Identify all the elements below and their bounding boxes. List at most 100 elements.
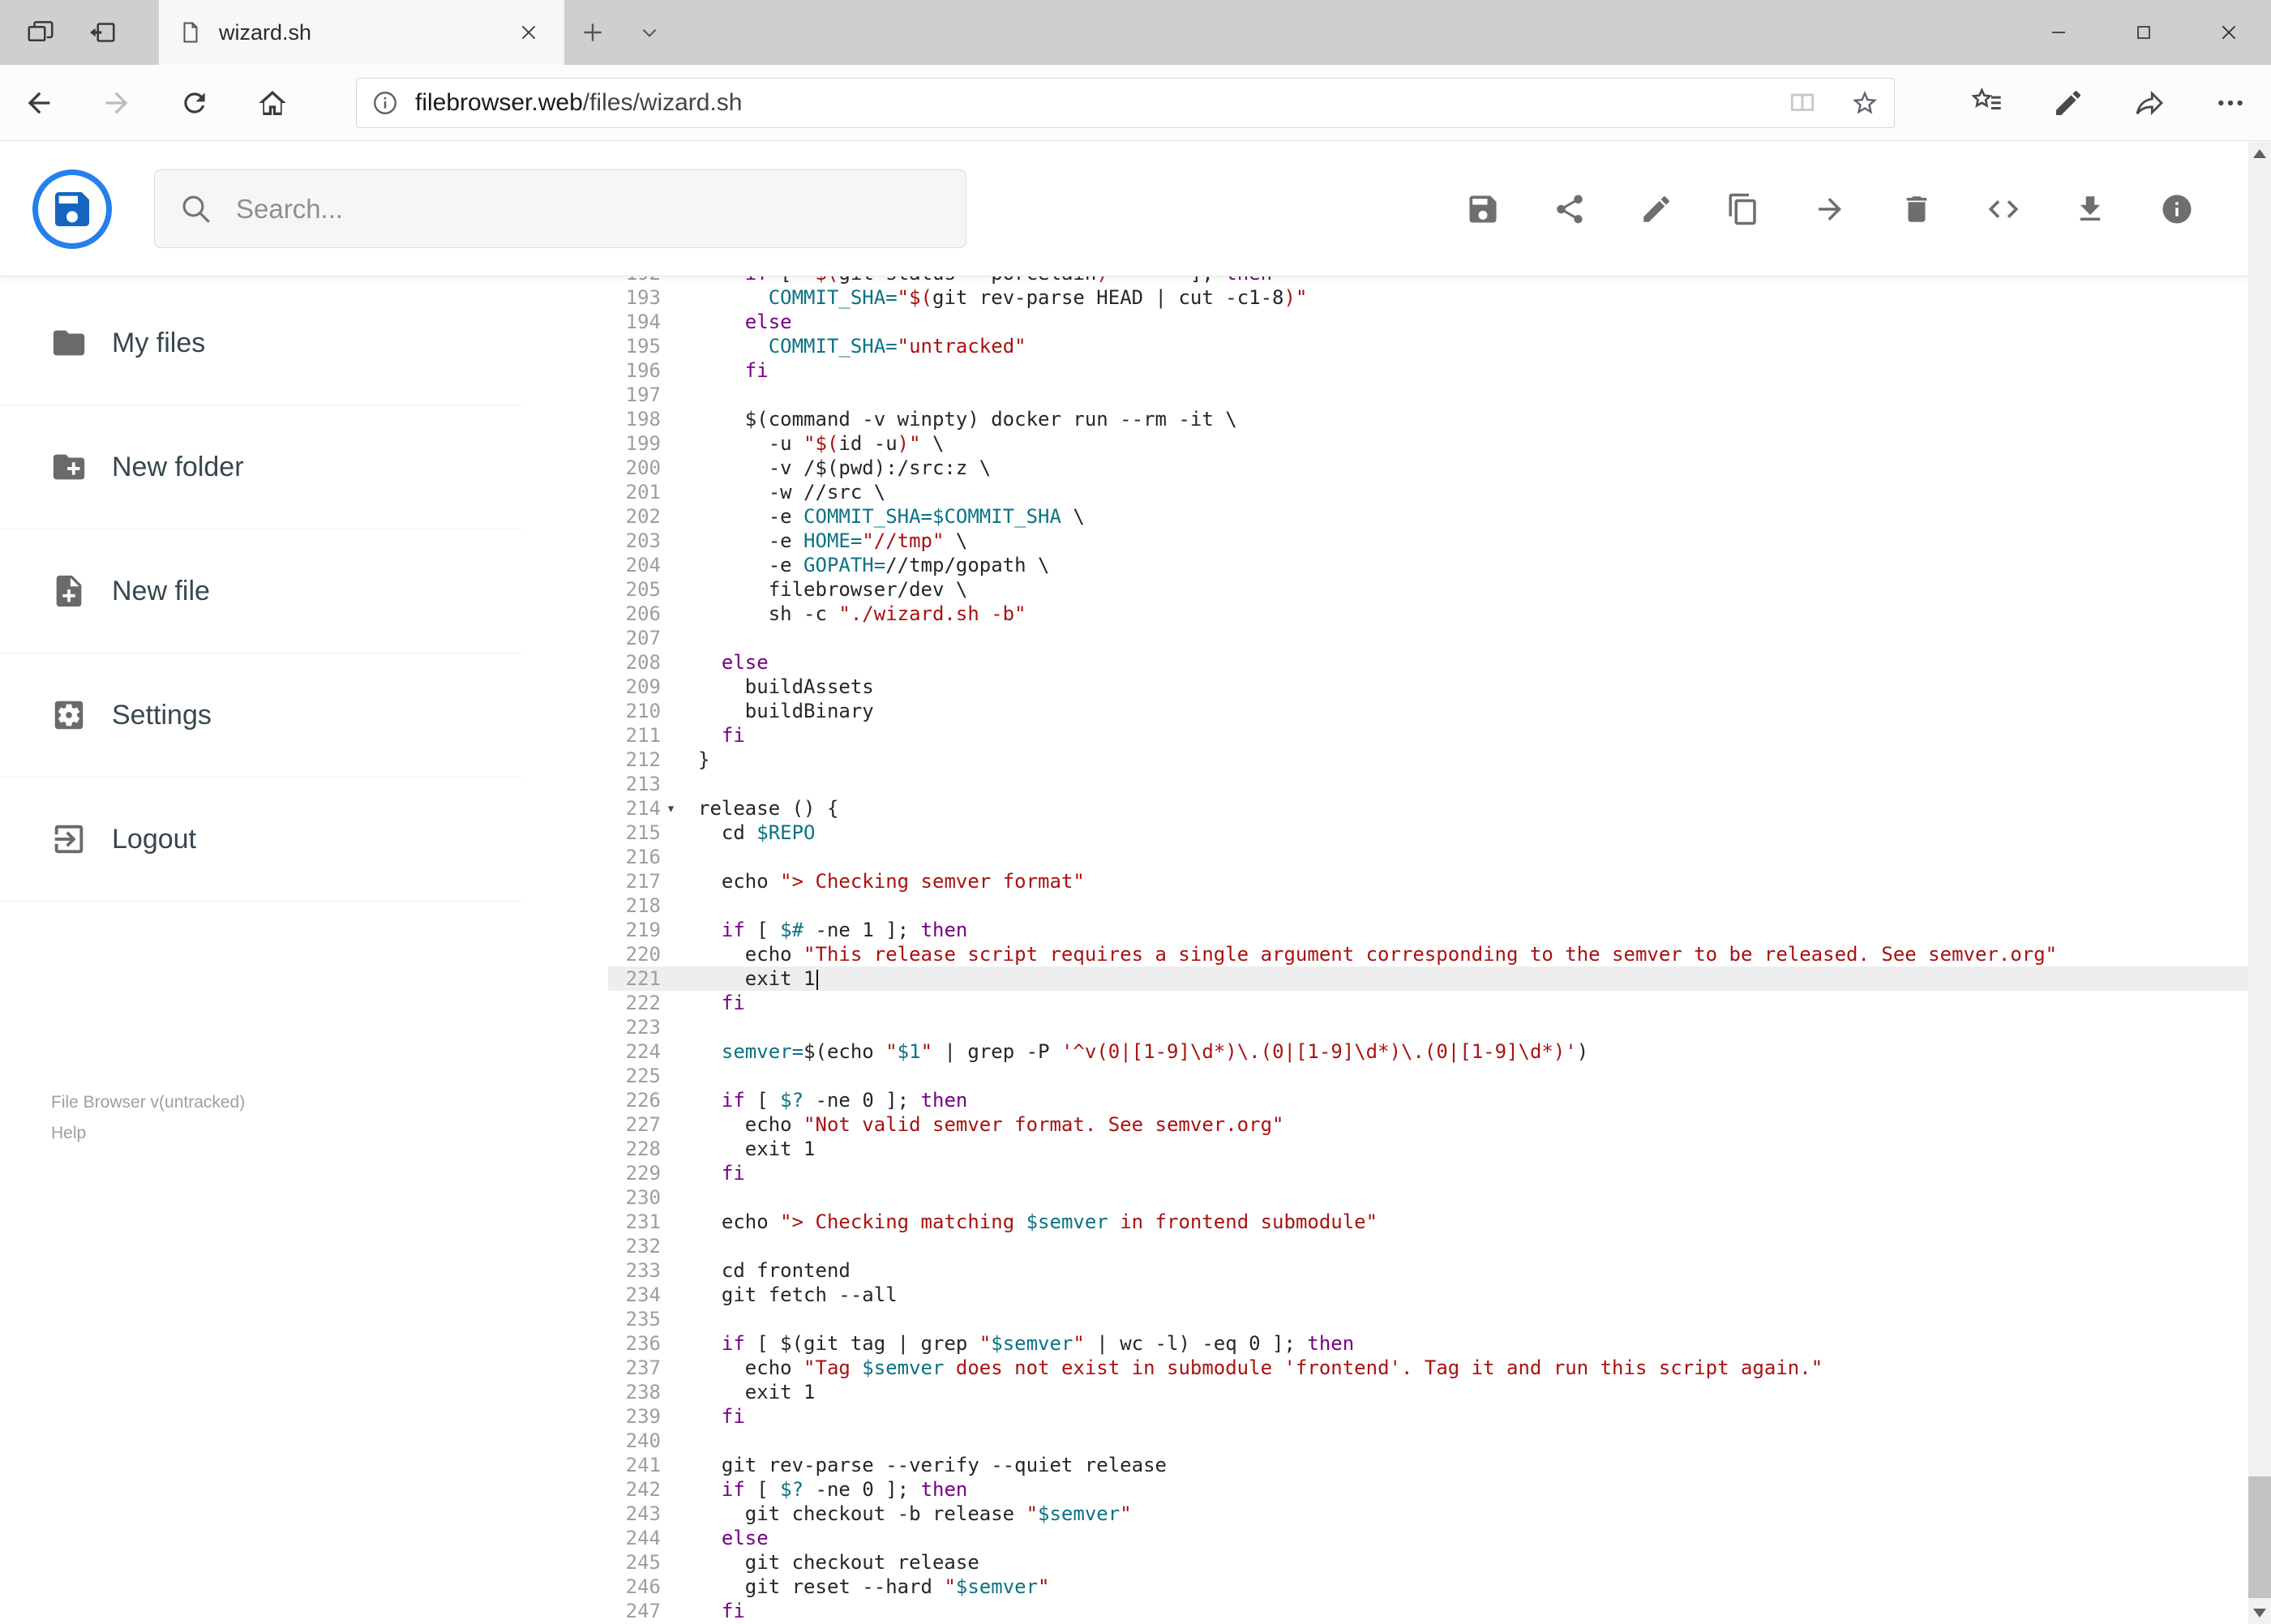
tab-close-button[interactable] [512,16,545,49]
code-line[interactable]: 197 [608,383,2248,407]
code-line[interactable]: 194 else [608,310,2248,334]
add-favorite-star-icon[interactable] [1850,88,1879,118]
code-line[interactable]: 215 cd $REPO [608,821,2248,845]
raw-code-button[interactable] [1986,191,2021,227]
code-line[interactable]: 221 exit 1 [608,966,2248,991]
code-line[interactable]: 241 git rev-parse --verify --quiet relea… [608,1453,2248,1477]
code-line[interactable]: 220 echo "This release script requires a… [608,942,2248,966]
filebrowser-logo[interactable] [32,169,112,249]
code-line[interactable]: 214 ▾ release () { [608,796,2248,821]
code-line[interactable]: 228 exit 1 [608,1137,2248,1161]
code-line[interactable]: 230 [608,1185,2248,1210]
code-line[interactable]: 217 echo "> Checking semver format" [608,869,2248,893]
scrollbar-thumb[interactable] [2248,1476,2271,1598]
search-box[interactable] [154,169,966,248]
code-line[interactable]: 216 [608,845,2248,869]
code-line[interactable]: 246 git reset --hard "$semver" [608,1575,2248,1599]
code-editor[interactable]: 192 if [ "$(git status --porcelain)" = "… [608,276,2248,1624]
tab-list-dropdown-button[interactable] [621,0,678,65]
share-file-button[interactable] [1552,191,1588,227]
sidebar-item-settings[interactable]: Settings [0,653,521,778]
code-line[interactable]: 242 if [ $? -ne 0 ]; then [608,1477,2248,1502]
code-line[interactable]: 200 -v /$(pwd):/src:z \ [608,456,2248,480]
code-line[interactable]: 237 echo "Tag $semver does not exist in … [608,1356,2248,1380]
code-line[interactable]: 244 else [608,1526,2248,1550]
download-button[interactable] [2072,191,2108,227]
code-line[interactable]: 195 COMMIT_SHA="untracked" [608,334,2248,358]
code-line[interactable]: 210 buildBinary [608,699,2248,723]
code-line[interactable]: 203 -e HOME="//tmp" \ [608,529,2248,553]
code-line[interactable]: 198 $(command -v winpty) docker run --rm… [608,407,2248,431]
sidebar-item-new-folder[interactable]: New folder [0,405,521,529]
code-line[interactable]: 211 fi [608,723,2248,748]
refresh-button[interactable] [156,65,234,141]
close-window-button[interactable] [2186,0,2271,65]
scrollbar[interactable] [2248,142,2271,1624]
code-line[interactable]: 227 echo "Not valid semver format. See s… [608,1112,2248,1137]
code-line[interactable]: 238 exit 1 [608,1380,2248,1404]
code-line[interactable]: 206 sh -c "./wizard.sh -b" [608,602,2248,626]
fold-arrow-icon[interactable]: ▾ [661,796,681,821]
browser-tab[interactable]: wizard.sh [159,0,564,65]
back-button[interactable] [0,65,78,141]
code-line[interactable]: 243 git checkout -b release "$semver" [608,1502,2248,1526]
code-line[interactable]: 201 -w //src \ [608,480,2248,504]
code-line[interactable]: 207 [608,626,2248,650]
code-line[interactable]: 209 buildAssets [608,675,2248,699]
code-line[interactable]: 208 else [608,650,2248,675]
code-line[interactable]: 231 echo "> Checking matching $semver in… [608,1210,2248,1234]
copy-button[interactable] [1725,191,1761,227]
code-line[interactable]: 224 semver=$(echo "$1" | grep -P '^v(0|[… [608,1039,2248,1064]
scroll-down-arrow[interactable] [2248,1601,2271,1624]
set-tabs-aside-button[interactable] [86,16,118,49]
code-line[interactable]: 223 [608,1015,2248,1039]
code-line[interactable]: 236 if [ $(git tag | grep "$semver" | wc… [608,1331,2248,1356]
code-line[interactable]: 247 fi [608,1599,2248,1623]
help-link[interactable]: Help [51,1118,245,1149]
tab-preview-button[interactable] [24,16,57,49]
code-line[interactable]: 192 if [ "$(git status --porcelain)" = "… [608,276,2248,285]
code-line[interactable]: 235 [608,1307,2248,1331]
sidebar-item-new-file[interactable]: New file [0,529,521,653]
code-line[interactable]: 240 [608,1429,2248,1453]
code-line[interactable]: 239 fi [608,1404,2248,1429]
code-line[interactable]: 219 if [ $# -ne 1 ]; then [608,918,2248,942]
search-input[interactable] [234,192,883,225]
home-button[interactable] [234,65,311,141]
rename-button[interactable] [1639,191,1674,227]
code-line[interactable]: 213 [608,772,2248,796]
code-line[interactable]: 222 fi [608,991,2248,1015]
info-button[interactable] [2159,191,2195,227]
scroll-up-arrow[interactable] [2248,142,2271,165]
code-line[interactable]: 196 fi [608,358,2248,383]
code-line[interactable]: 233 cd frontend [608,1258,2248,1283]
delete-button[interactable] [1899,191,1935,227]
code-line[interactable]: 204 -e GOPATH=//tmp/gopath \ [608,553,2248,577]
address-bar[interactable]: filebrowser.web/files/wizard.sh [356,77,1895,128]
code-line[interactable]: 225 [608,1064,2248,1088]
sidebar-item-logout[interactable]: Logout [0,778,521,902]
code-line[interactable]: 218 [608,893,2248,918]
web-note-button[interactable] [2028,65,2109,141]
code-line[interactable]: 199 -u "$(id -u)" \ [608,431,2248,456]
code-line[interactable]: 226 if [ $? -ne 0 ]; then [608,1088,2248,1112]
minimize-button[interactable] [2016,0,2101,65]
code-line[interactable]: 205 filebrowser/dev \ [608,577,2248,602]
site-info-icon[interactable] [371,89,399,117]
more-options-button[interactable] [2190,65,2271,141]
sidebar-item-my-files[interactable]: My files [0,281,521,405]
code-line[interactable]: 212} [608,748,2248,772]
code-line[interactable]: 229 fi [608,1161,2248,1185]
move-button[interactable] [1812,191,1848,227]
hub-button[interactable] [1947,65,2028,141]
code-line[interactable]: 202 -e COMMIT_SHA=$COMMIT_SHA \ [608,504,2248,529]
share-button[interactable] [2109,65,2190,141]
code-line[interactable]: 234 git fetch --all [608,1283,2248,1307]
code-line[interactable]: 232 [608,1234,2248,1258]
code-line[interactable]: 193 COMMIT_SHA="$(git rev-parse HEAD | c… [608,285,2248,310]
new-tab-button[interactable] [564,0,621,65]
maximize-button[interactable] [2101,0,2186,65]
save-button[interactable] [1465,191,1501,227]
code-line[interactable]: 245 git checkout release [608,1550,2248,1575]
